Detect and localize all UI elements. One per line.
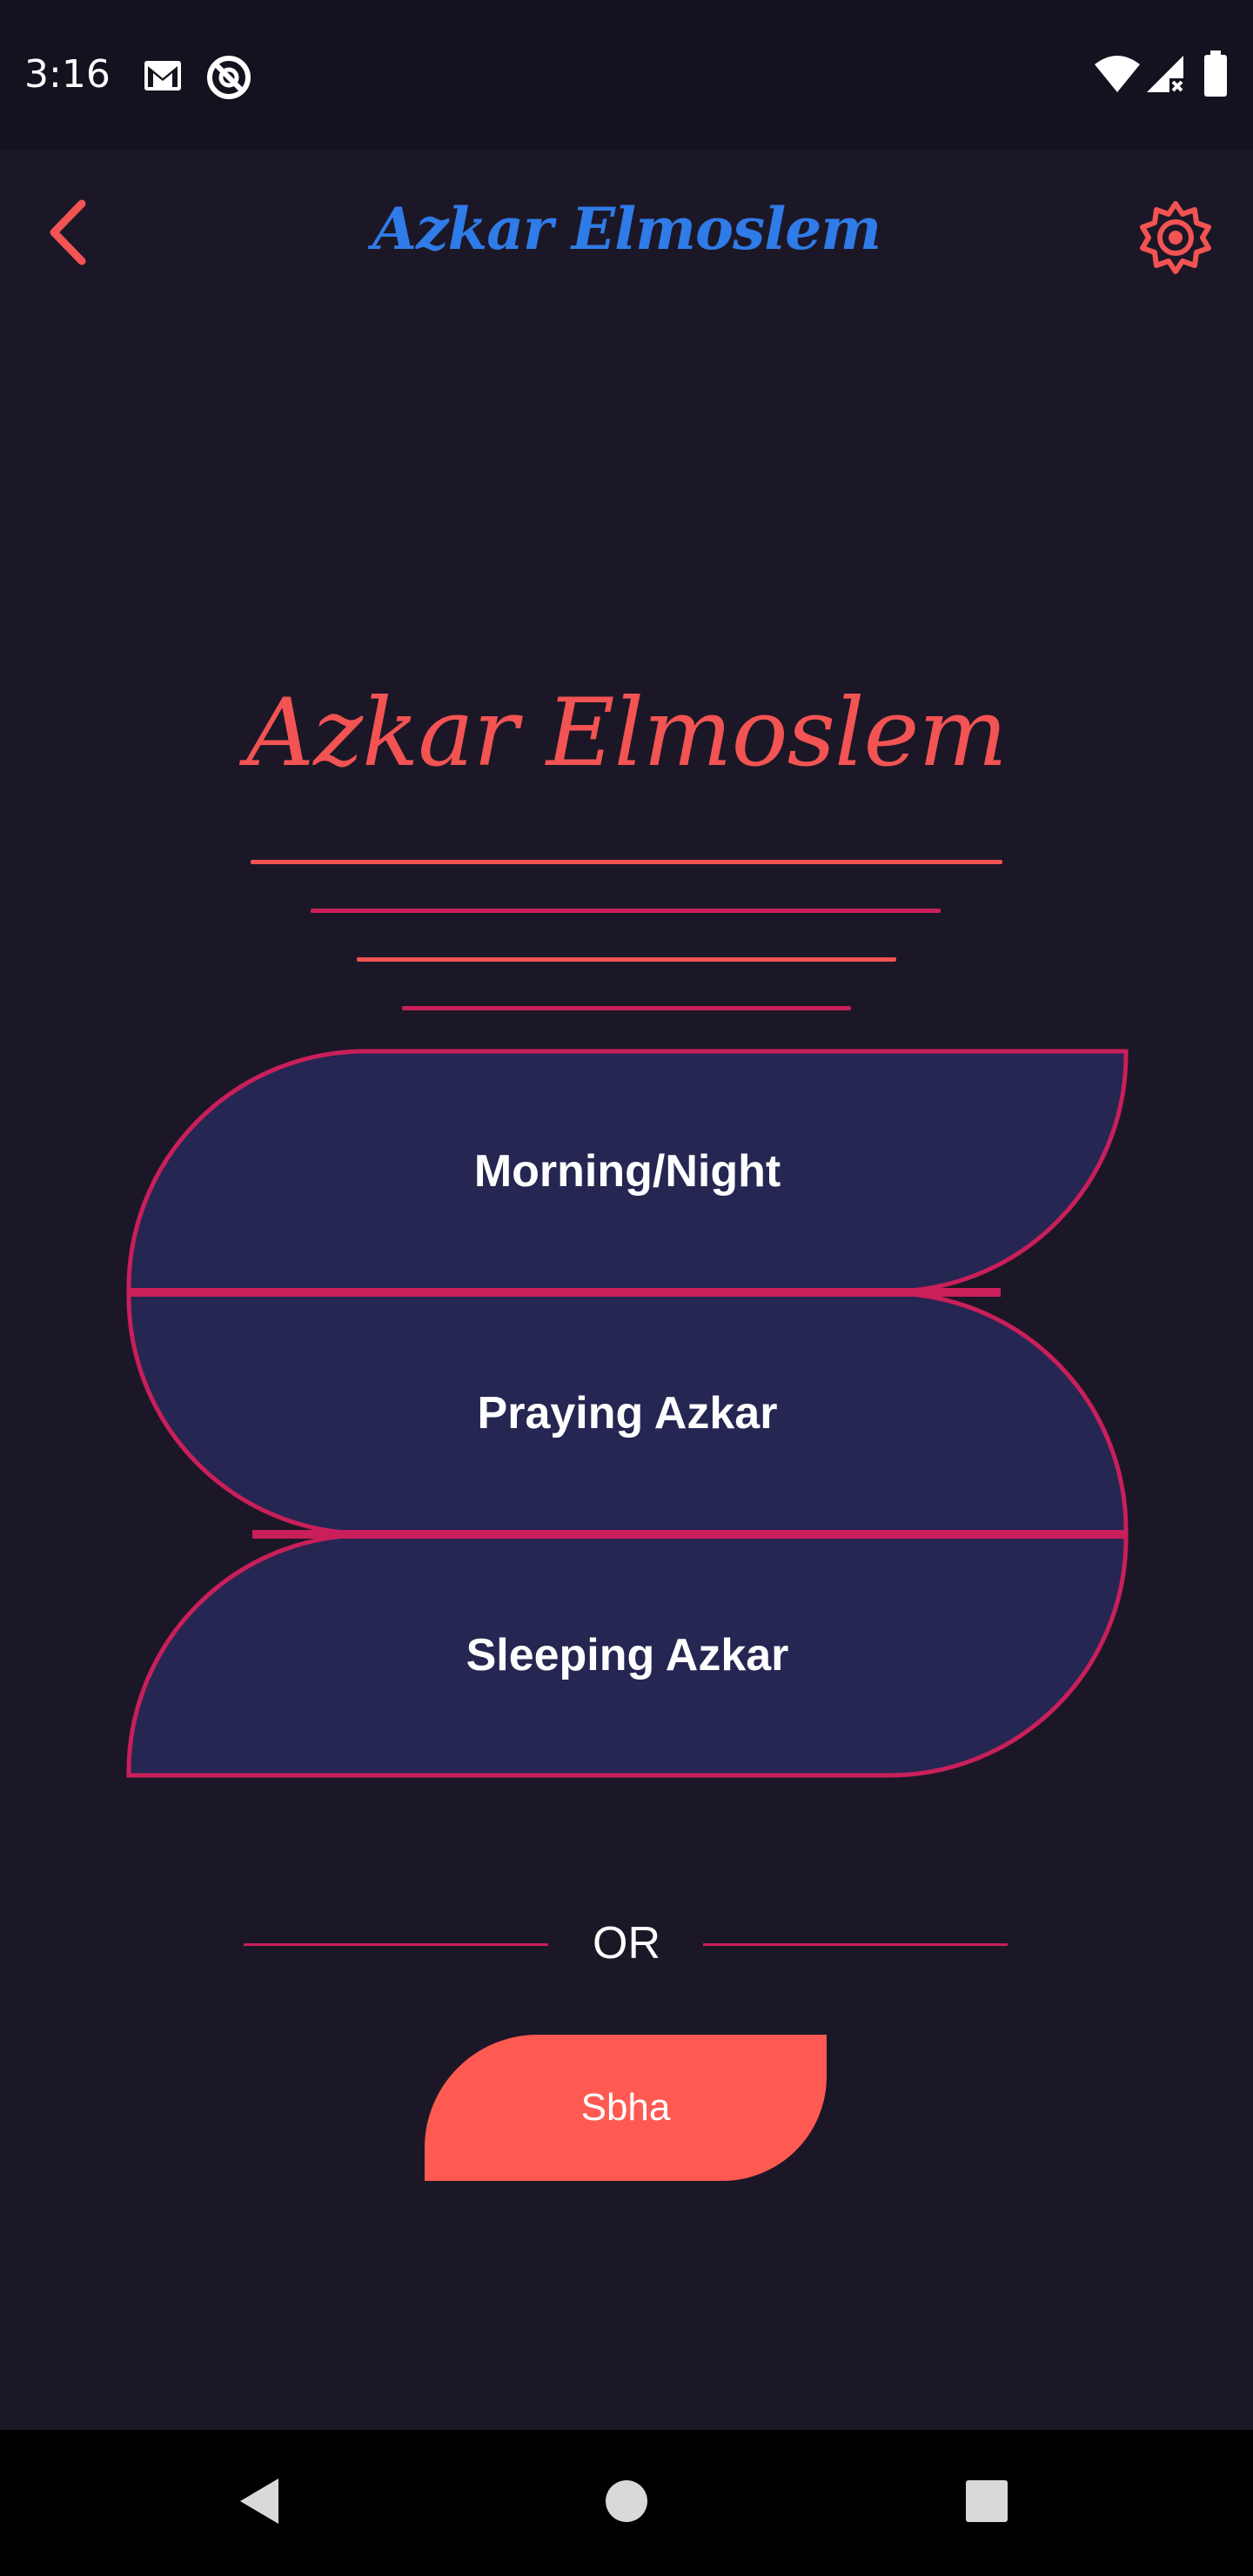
menu-label-morning-night: Morning/Night: [473, 1146, 781, 1197]
menu-label-praying-azkar: Praying Azkar: [477, 1388, 778, 1439]
app-bar: Azkar Elmoslem: [0, 150, 1253, 315]
do-not-disturb-icon: [207, 56, 251, 99]
gear-icon: [1140, 201, 1211, 274]
or-divider-label: OR: [593, 1918, 660, 1969]
back-triangle-icon[interactable]: [235, 2475, 282, 2527]
or-divider-right-line: [703, 1943, 1008, 1946]
gmail-icon: [144, 61, 181, 91]
decorative-line: [357, 957, 896, 962]
signal-icon: [1147, 56, 1183, 92]
battery-icon: [1204, 50, 1227, 97]
home-circle-icon[interactable]: [604, 2479, 649, 2524]
recents-square-icon[interactable]: [964, 2479, 1009, 2524]
or-divider-left-line: [244, 1943, 548, 1946]
decorative-line: [311, 909, 941, 913]
decorative-line: [402, 1006, 851, 1010]
wifi-icon: [1095, 56, 1140, 92]
sbha-button[interactable]: Sbha: [425, 2035, 827, 2181]
system-nav-bar: [0, 2430, 1253, 2576]
menu-label-sleeping-azkar: Sleeping Azkar: [466, 1630, 789, 1680]
settings-button[interactable]: [1136, 198, 1215, 277]
hero-title: Azkar Elmoslem: [246, 679, 1008, 788]
app-title: Azkar Elmoslem: [372, 195, 881, 263]
decorative-line: [251, 860, 1002, 864]
status-bar: 3:16: [0, 0, 1253, 150]
status-time: 3:16: [24, 52, 111, 97]
